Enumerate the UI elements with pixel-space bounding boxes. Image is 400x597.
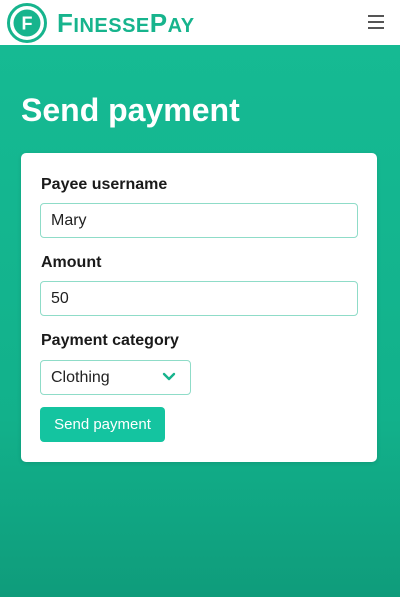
finessepay-logo-icon[interactable]: F [7,3,47,43]
brand-name[interactable]: FINESSEPAY [57,8,195,39]
payee-username-input[interactable] [40,203,358,238]
send-payment-button[interactable]: Send payment [40,407,165,442]
page-title: Send payment [21,92,240,128]
payment-category-label: Payment category [41,332,179,349]
amount-input[interactable] [40,281,358,316]
amount-label: Amount [41,254,102,271]
payee-username-label: Payee username [41,176,168,193]
payment-category-select[interactable]: Clothing [40,360,191,395]
chevron-down-icon [162,372,176,381]
svg-text:F: F [22,14,33,34]
payment-category-value: Clothing [51,369,110,386]
send-payment-form: Payee username Amount Payment category C… [21,153,377,462]
hamburger-menu-icon[interactable] [366,13,386,31]
app-header: F FINESSEPAY [0,0,400,45]
